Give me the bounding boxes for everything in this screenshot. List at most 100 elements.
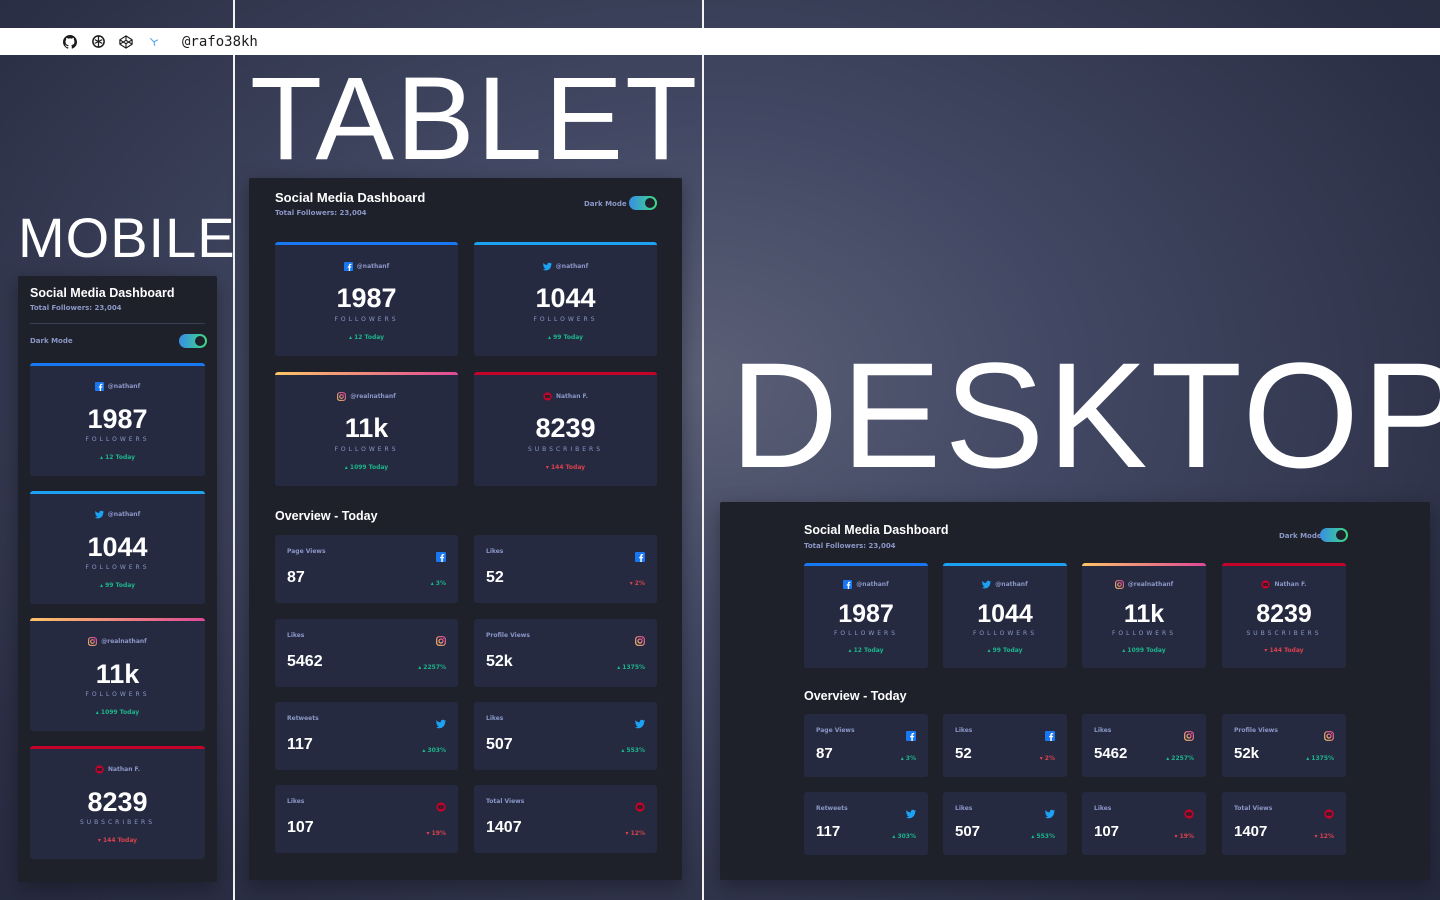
openai-icon[interactable] — [90, 34, 106, 50]
instagram-followers-card[interactable]: @realnathanf 11k FOLLOWERS ▴ 1099 Today — [1082, 563, 1206, 668]
overview-card[interactable]: Likes 5462 ▴ 2257% — [1082, 714, 1206, 777]
card-handle: @realnathanf — [1082, 580, 1206, 589]
card-handle: @realnathanf — [30, 637, 205, 646]
follower-count: 1044 — [977, 600, 1033, 628]
mobile-dashboard: Social Media Dashboard Total Followers: … — [18, 276, 217, 882]
codepen-icon[interactable] — [118, 34, 134, 50]
overview-value: 117 — [816, 823, 841, 840]
overview-percent: ▾ 19% — [426, 830, 446, 837]
card-handle: Nathan F. — [1222, 580, 1346, 589]
facebook-followers-card[interactable]: @nathanf 1987 FOLLOWERS ▴ 12 Today — [275, 242, 458, 356]
youtube-icon — [635, 797, 645, 812]
twitter-followers-card[interactable]: @nathanf 1044 FOLLOWERS ▴ 99 Today — [474, 242, 657, 356]
follower-caption: FOLLOWERS — [1111, 630, 1177, 637]
overview-card[interactable]: Retweets 117 ▴ 303% — [804, 792, 928, 855]
follower-caption: FOLLOWERS — [972, 630, 1038, 637]
youtube-icon — [1324, 804, 1334, 819]
overview-card[interactable]: Likes 52 ▾ 2% — [474, 535, 657, 603]
facebook-followers-card[interactable]: @nathanf 1987 FOLLOWERS ▴ 12 Today — [804, 563, 928, 668]
card-handle: Nathan F. — [30, 765, 205, 774]
handle-text: @nathanf — [995, 581, 1028, 588]
dark-mode-toggle[interactable] — [1320, 528, 1348, 542]
author-handle[interactable]: @rafo38kh — [182, 34, 258, 50]
overview-card[interactable]: Profile Views 52k ▴ 1375% — [1222, 714, 1346, 777]
overview-percent: ▾ 2% — [1039, 755, 1055, 762]
card-accent-bar — [943, 563, 1067, 566]
overview-card[interactable]: Likes 107 ▾ 19% — [275, 785, 458, 853]
twitter-icon — [1044, 804, 1056, 819]
overview-label: Total Views — [1234, 805, 1273, 812]
today-change: ▾ 144 Today — [1264, 647, 1304, 654]
overview-value: 5462 — [1094, 745, 1128, 762]
divider — [30, 323, 205, 324]
youtube-followers-card[interactable]: Nathan F. 8239 SUBSCRIBERS ▾ 144 Today — [474, 372, 657, 486]
overview-card[interactable]: Likes 507 ▴ 553% — [474, 702, 657, 770]
card-accent-bar — [804, 563, 928, 566]
overview-label: Likes — [486, 715, 504, 722]
twitter-followers-card[interactable]: @nathanf 1044 FOLLOWERS ▴ 99 Today — [30, 491, 205, 604]
card-handle: Nathan F. — [474, 392, 657, 401]
youtube-followers-card[interactable]: Nathan F. 8239 SUBSCRIBERS ▾ 144 Today — [1222, 563, 1346, 668]
twitter-icon — [634, 714, 646, 729]
overview-percent: ▴ 1375% — [1306, 755, 1334, 762]
dark-mode-label: Dark Mode — [1279, 532, 1322, 540]
facebook-followers-card[interactable]: @nathanf 1987 FOLLOWERS ▴ 12 Today — [30, 363, 205, 476]
handle-text: @nathanf — [856, 581, 889, 588]
overview-card[interactable]: Page Views 87 ▴ 3% — [804, 714, 928, 777]
follower-count: 11k — [344, 413, 389, 443]
dark-mode-label: Dark Mode — [30, 337, 73, 345]
card-accent-bar — [1082, 563, 1206, 566]
top-bar: @rafo38kh — [0, 28, 1440, 55]
follower-count: 1987 — [336, 283, 397, 313]
site-icon[interactable] — [146, 34, 162, 50]
overview-card[interactable]: Total Views 1407 ▾ 12% — [474, 785, 657, 853]
overview-card[interactable]: Likes 5462 ▴ 2257% — [275, 619, 458, 687]
overview-card[interactable]: Page Views 87 ▴ 3% — [275, 535, 458, 603]
twitter-icon — [905, 804, 917, 819]
overview-value: 87 — [816, 745, 833, 762]
overview-card[interactable]: Profile Views 52k ▴ 1375% — [474, 619, 657, 687]
card-handle: @nathanf — [30, 382, 205, 391]
overview-value: 52k — [486, 653, 513, 670]
dark-mode-toggle[interactable] — [179, 334, 207, 348]
follower-count: 1044 — [87, 532, 148, 562]
youtube-followers-card[interactable]: Nathan F. 8239 SUBSCRIBERS ▾ 144 Today — [30, 746, 205, 859]
overview-card[interactable]: Likes 52 ▾ 2% — [943, 714, 1067, 777]
overview-label: Likes — [1094, 727, 1112, 734]
desktop-dashboard: Social Media Dashboard Total Followers: … — [720, 502, 1430, 880]
today-change: ▴ 99 Today — [99, 582, 136, 589]
github-icon[interactable] — [62, 34, 78, 50]
overview-card[interactable]: Retweets 117 ▴ 303% — [275, 702, 458, 770]
overview-label: Profile Views — [486, 632, 530, 639]
overview-value: 507 — [486, 736, 513, 753]
follower-caption: FOLLOWERS — [334, 446, 399, 453]
card-accent-bar — [30, 491, 205, 494]
overview-label: Page Views — [287, 548, 326, 555]
instagram-followers-card[interactable]: @realnathanf 11k FOLLOWERS ▴ 1099 Today — [30, 618, 205, 731]
today-change: ▴ 1099 Today — [95, 709, 140, 716]
overview-label: Likes — [287, 798, 305, 805]
follower-count: 11k — [1123, 600, 1165, 628]
card-handle: @nathanf — [30, 510, 205, 519]
twitter-icon — [435, 714, 447, 729]
overview-card[interactable]: Total Views 1407 ▾ 12% — [1222, 792, 1346, 855]
overview-card[interactable]: Likes 507 ▴ 553% — [943, 792, 1067, 855]
follower-count: 11k — [95, 659, 140, 689]
card-accent-bar — [275, 372, 458, 375]
youtube-icon — [543, 392, 552, 401]
handle-text: @realnathanf — [101, 638, 147, 645]
instagram-icon — [337, 392, 347, 401]
twitter-followers-card[interactable]: @nathanf 1044 FOLLOWERS ▴ 99 Today — [943, 563, 1067, 668]
dark-mode-toggle[interactable] — [629, 196, 657, 210]
overview-card[interactable]: Likes 107 ▾ 19% — [1082, 792, 1206, 855]
overview-label: Page Views — [816, 727, 855, 734]
card-accent-bar — [474, 372, 657, 375]
youtube-icon — [436, 797, 446, 812]
overview-label: Retweets — [287, 715, 319, 722]
follower-caption: FOLLOWERS — [85, 691, 150, 698]
youtube-icon — [1261, 580, 1271, 589]
instagram-followers-card[interactable]: @realnathanf 11k FOLLOWERS ▴ 1099 Today — [275, 372, 458, 486]
handle-text: @nathanf — [555, 263, 589, 270]
overview-label: Total Views — [486, 798, 525, 805]
overview-percent: ▴ 2257% — [1166, 755, 1194, 762]
